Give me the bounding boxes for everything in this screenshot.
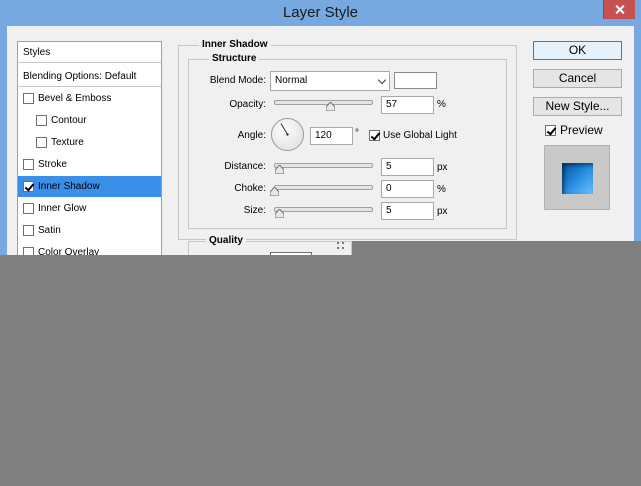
blending-options-label: Blending Options: Default xyxy=(23,71,137,82)
preview-label[interactable]: Preview xyxy=(560,123,603,137)
gray-overlay xyxy=(0,255,641,486)
layer-style-dialog: Layer Style Styles Blending Options: Def… xyxy=(0,0,641,486)
bevel-emboss-checkbox[interactable] xyxy=(23,93,34,104)
opacity-label: Opacity: xyxy=(229,99,266,110)
distance-label: Distance: xyxy=(224,161,266,172)
stroke-checkbox[interactable] xyxy=(23,159,34,170)
window-frame-left xyxy=(0,26,7,255)
angle-unit: ° xyxy=(355,128,359,139)
shadow-color-swatch[interactable] xyxy=(394,72,437,89)
style-item-inner-shadow[interactable]: Inner Shadow xyxy=(18,176,161,197)
style-item-bevel-emboss[interactable]: Bevel & Emboss xyxy=(18,88,161,109)
blend-mode-select[interactable]: Normal xyxy=(270,71,390,91)
satin-checkbox[interactable] xyxy=(23,225,34,236)
distance-input[interactable]: 5 xyxy=(381,158,434,176)
styles-header-label: Styles xyxy=(23,47,51,58)
style-item-inner-glow[interactable]: Inner Glow xyxy=(18,198,161,219)
inner-glow-checkbox[interactable] xyxy=(23,203,34,214)
opacity-unit: % xyxy=(437,99,446,110)
angle-label: Angle: xyxy=(237,130,266,141)
style-item-label: Stroke xyxy=(38,159,67,170)
window-title: Layer Style xyxy=(282,4,359,21)
style-item-label: Contour xyxy=(51,115,87,126)
gray-overlay-top xyxy=(352,241,641,255)
style-item-stroke[interactable]: Stroke xyxy=(18,154,161,175)
dropdown-arrow-icon xyxy=(377,75,387,85)
styles-header[interactable]: Styles xyxy=(18,42,161,63)
slider-thumb-icon[interactable] xyxy=(326,102,335,111)
window-frame-right xyxy=(634,26,641,241)
cancel-button[interactable]: Cancel xyxy=(533,69,622,88)
style-preview xyxy=(544,145,610,210)
opacity-input[interactable]: 57 xyxy=(381,96,434,114)
angle-input[interactable]: 120 xyxy=(310,127,353,145)
slider-thumb-icon[interactable] xyxy=(275,209,284,218)
ok-button[interactable]: OK xyxy=(533,41,622,60)
angle-dial-icon[interactable] xyxy=(271,118,304,151)
choke-label: Choke: xyxy=(234,183,266,194)
choke-slider-track[interactable] xyxy=(274,185,373,190)
preview-swatch xyxy=(562,163,593,194)
choke-input[interactable]: 0 xyxy=(381,180,434,198)
distance-slider-track[interactable] xyxy=(274,163,373,168)
size-input[interactable]: 5 xyxy=(381,202,434,220)
distance-unit: px xyxy=(437,162,448,173)
opacity-slider-track[interactable] xyxy=(274,100,373,105)
size-slider-track[interactable] xyxy=(274,207,373,212)
title-bar[interactable]: Layer Style xyxy=(0,0,641,26)
structure-title: Structure xyxy=(209,53,260,64)
style-item-label: Satin xyxy=(38,225,61,236)
texture-checkbox[interactable] xyxy=(36,137,47,148)
style-item-label: Inner Shadow xyxy=(38,181,100,192)
style-item-label: Bevel & Emboss xyxy=(38,93,112,104)
inner-shadow-checkbox[interactable] xyxy=(23,181,34,192)
style-item-texture[interactable]: Texture xyxy=(18,132,161,153)
blend-mode-label: Blend Mode: xyxy=(209,75,266,86)
quality-title: Quality xyxy=(206,235,246,246)
slider-thumb-icon[interactable] xyxy=(275,165,284,174)
style-item-contour[interactable]: Contour xyxy=(18,110,161,131)
size-label: Size: xyxy=(243,205,266,216)
resize-grip-icon xyxy=(336,241,348,253)
style-item-satin[interactable]: Satin xyxy=(18,220,161,241)
contour-checkbox[interactable] xyxy=(36,115,47,126)
blending-options-item[interactable]: Blending Options: Default xyxy=(18,66,161,87)
inner-shadow-title: Inner Shadow xyxy=(199,39,271,50)
new-style-button[interactable]: New Style... xyxy=(533,97,622,116)
preview-checkbox[interactable] xyxy=(545,125,556,136)
slider-thumb-icon[interactable] xyxy=(270,187,279,196)
size-unit: px xyxy=(437,206,448,217)
use-global-light-checkbox[interactable] xyxy=(369,130,380,141)
style-item-label: Texture xyxy=(51,137,84,148)
blend-mode-value: Normal xyxy=(275,75,308,86)
close-icon[interactable] xyxy=(603,0,635,19)
choke-unit: % xyxy=(437,184,446,195)
use-global-light-label[interactable]: Use Global Light xyxy=(383,130,457,141)
styles-list: Styles Blending Options: Default Bevel &… xyxy=(17,41,162,258)
style-item-label: Inner Glow xyxy=(38,203,87,214)
